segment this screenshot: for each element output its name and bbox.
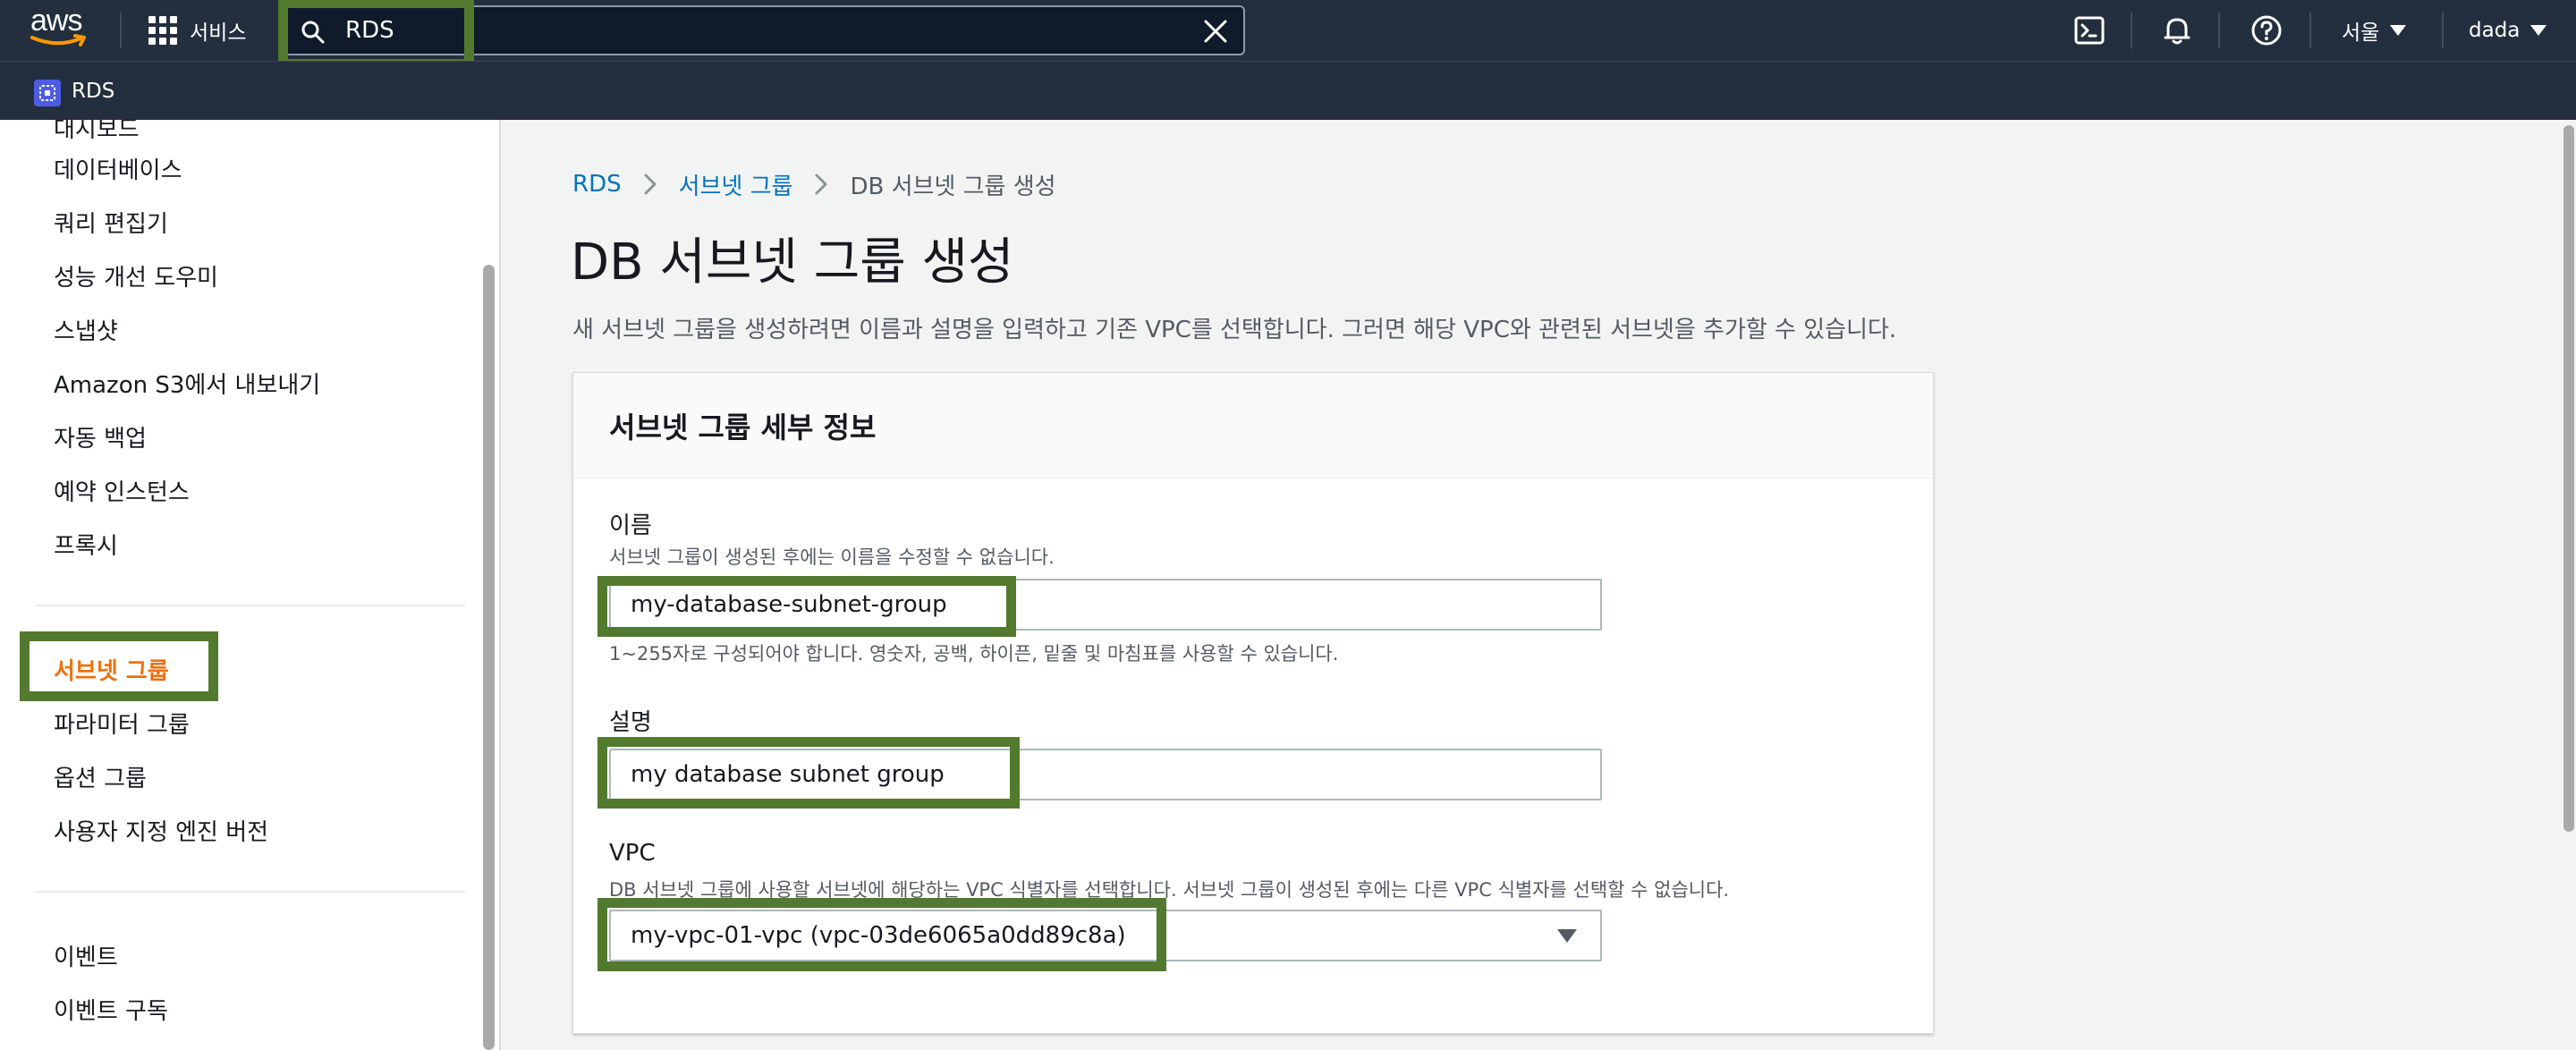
page-title: DB 서브넷 그룹 생성 (571, 233, 1014, 292)
vpc-highlight-box (597, 898, 1166, 971)
page-scrollbar[interactable] (2563, 125, 2574, 832)
caret-down-icon (2390, 25, 2407, 36)
nav-divider (2442, 13, 2444, 48)
search-highlight-box (278, 0, 474, 69)
name-constraint: 1~255자로 구성되어야 합니다. 영숫자, 공백, 하이픈, 밑줄 및 마침… (609, 643, 1339, 665)
service-bar: RDS (0, 61, 2576, 120)
rds-service-icon (34, 80, 61, 106)
panel-header: 서브넷 그룹 세부 정보 (573, 373, 1933, 478)
sidebar-item-query-editor[interactable]: 쿼리 편집기 (54, 206, 168, 239)
sidebar-item-custom-engine-versions[interactable]: 사용자 지정 엔진 버전 (54, 814, 268, 847)
grid-icon (148, 16, 177, 45)
caret-down-icon (2530, 25, 2547, 36)
name-help: 서브넷 그룹이 생성된 후에는 이름을 수정할 수 없습니다. (609, 546, 1055, 568)
sidebar-item-event-subscriptions[interactable]: 이벤트 구독 (54, 993, 168, 1026)
close-icon[interactable] (1202, 18, 1229, 45)
sidebar-item-automated-backups[interactable]: 자동 백업 (54, 420, 147, 453)
breadcrumb-rds[interactable]: RDS (572, 171, 622, 198)
nav-divider (2218, 13, 2220, 48)
breadcrumb-current: DB 서브넷 그룹 생성 (850, 173, 1056, 200)
sidebar: 대시보드 데이터베이스 쿼리 편집기 성능 개선 도우미 스냅샷 Amazon … (0, 120, 501, 1050)
nav-divider (2131, 13, 2132, 48)
chevron-right-icon (644, 174, 657, 195)
sidebar-item-s3-exports[interactable]: Amazon S3에서 내보내기 (54, 367, 320, 400)
sidebar-item-partial[interactable]: 대시보드 (54, 120, 140, 144)
user-menu[interactable]: dada (2469, 0, 2547, 61)
cloudshell-icon[interactable] (2072, 13, 2107, 48)
sidebar-item-performance-insights[interactable]: 성능 개선 도우미 (54, 259, 218, 292)
aws-logo-text: aws (30, 4, 82, 38)
bell-icon[interactable] (2159, 13, 2195, 48)
service-name[interactable]: RDS (72, 62, 114, 121)
services-label: 서비스 (190, 21, 247, 45)
user-name: dada (2469, 19, 2521, 42)
aws-smile-icon (30, 34, 86, 47)
region-selector[interactable]: 서울 (2342, 0, 2407, 61)
vpc-label: VPC (609, 840, 656, 867)
sidebar-highlight-box (20, 631, 218, 701)
region-label: 서울 (2342, 21, 2380, 45)
nav-divider (120, 13, 122, 48)
sidebar-scrollbar[interactable] (483, 265, 495, 1050)
sidebar-item-reserved-instances[interactable]: 예약 인스턴스 (54, 474, 190, 507)
sidebar-divider (36, 605, 465, 606)
sidebar-divider (36, 891, 465, 893)
page-description: 새 서브넷 그룹을 생성하려면 이름과 설명을 입력하고 기존 VPC를 선택합… (572, 317, 1897, 343)
sidebar-item-option-groups[interactable]: 옵션 그룹 (54, 760, 147, 793)
panel-title: 서브넷 그룹 세부 정보 (609, 411, 877, 445)
description-label: 설명 (609, 709, 652, 736)
nav-divider (2309, 13, 2311, 48)
breadcrumb-subnet-groups[interactable]: 서브넷 그룹 (679, 168, 793, 201)
sidebar-item-databases[interactable]: 데이터베이스 (54, 152, 182, 185)
sidebar-item-parameter-groups[interactable]: 파라미터 그룹 (54, 707, 190, 740)
sidebar-item-snapshots[interactable]: 스냅샷 (54, 313, 118, 346)
name-label: 이름 (609, 512, 652, 539)
services-menu[interactable]: 서비스 (148, 0, 246, 61)
sidebar-item-events[interactable]: 이벤트 (54, 939, 118, 972)
top-navigation: aws 서비스 RDS 서울 dada (0, 0, 2576, 69)
name-highlight-box (597, 576, 1016, 637)
sidebar-item-proxies[interactable]: 프록시 (54, 528, 118, 561)
caret-down-icon (1557, 929, 1577, 943)
chevron-right-icon (815, 174, 827, 195)
help-icon[interactable] (2249, 13, 2284, 48)
breadcrumb: RDS 서브넷 그룹 DB 서브넷 그룹 생성 (572, 168, 1056, 200)
aws-logo[interactable]: aws (30, 4, 91, 52)
description-highlight-box (597, 737, 1020, 809)
